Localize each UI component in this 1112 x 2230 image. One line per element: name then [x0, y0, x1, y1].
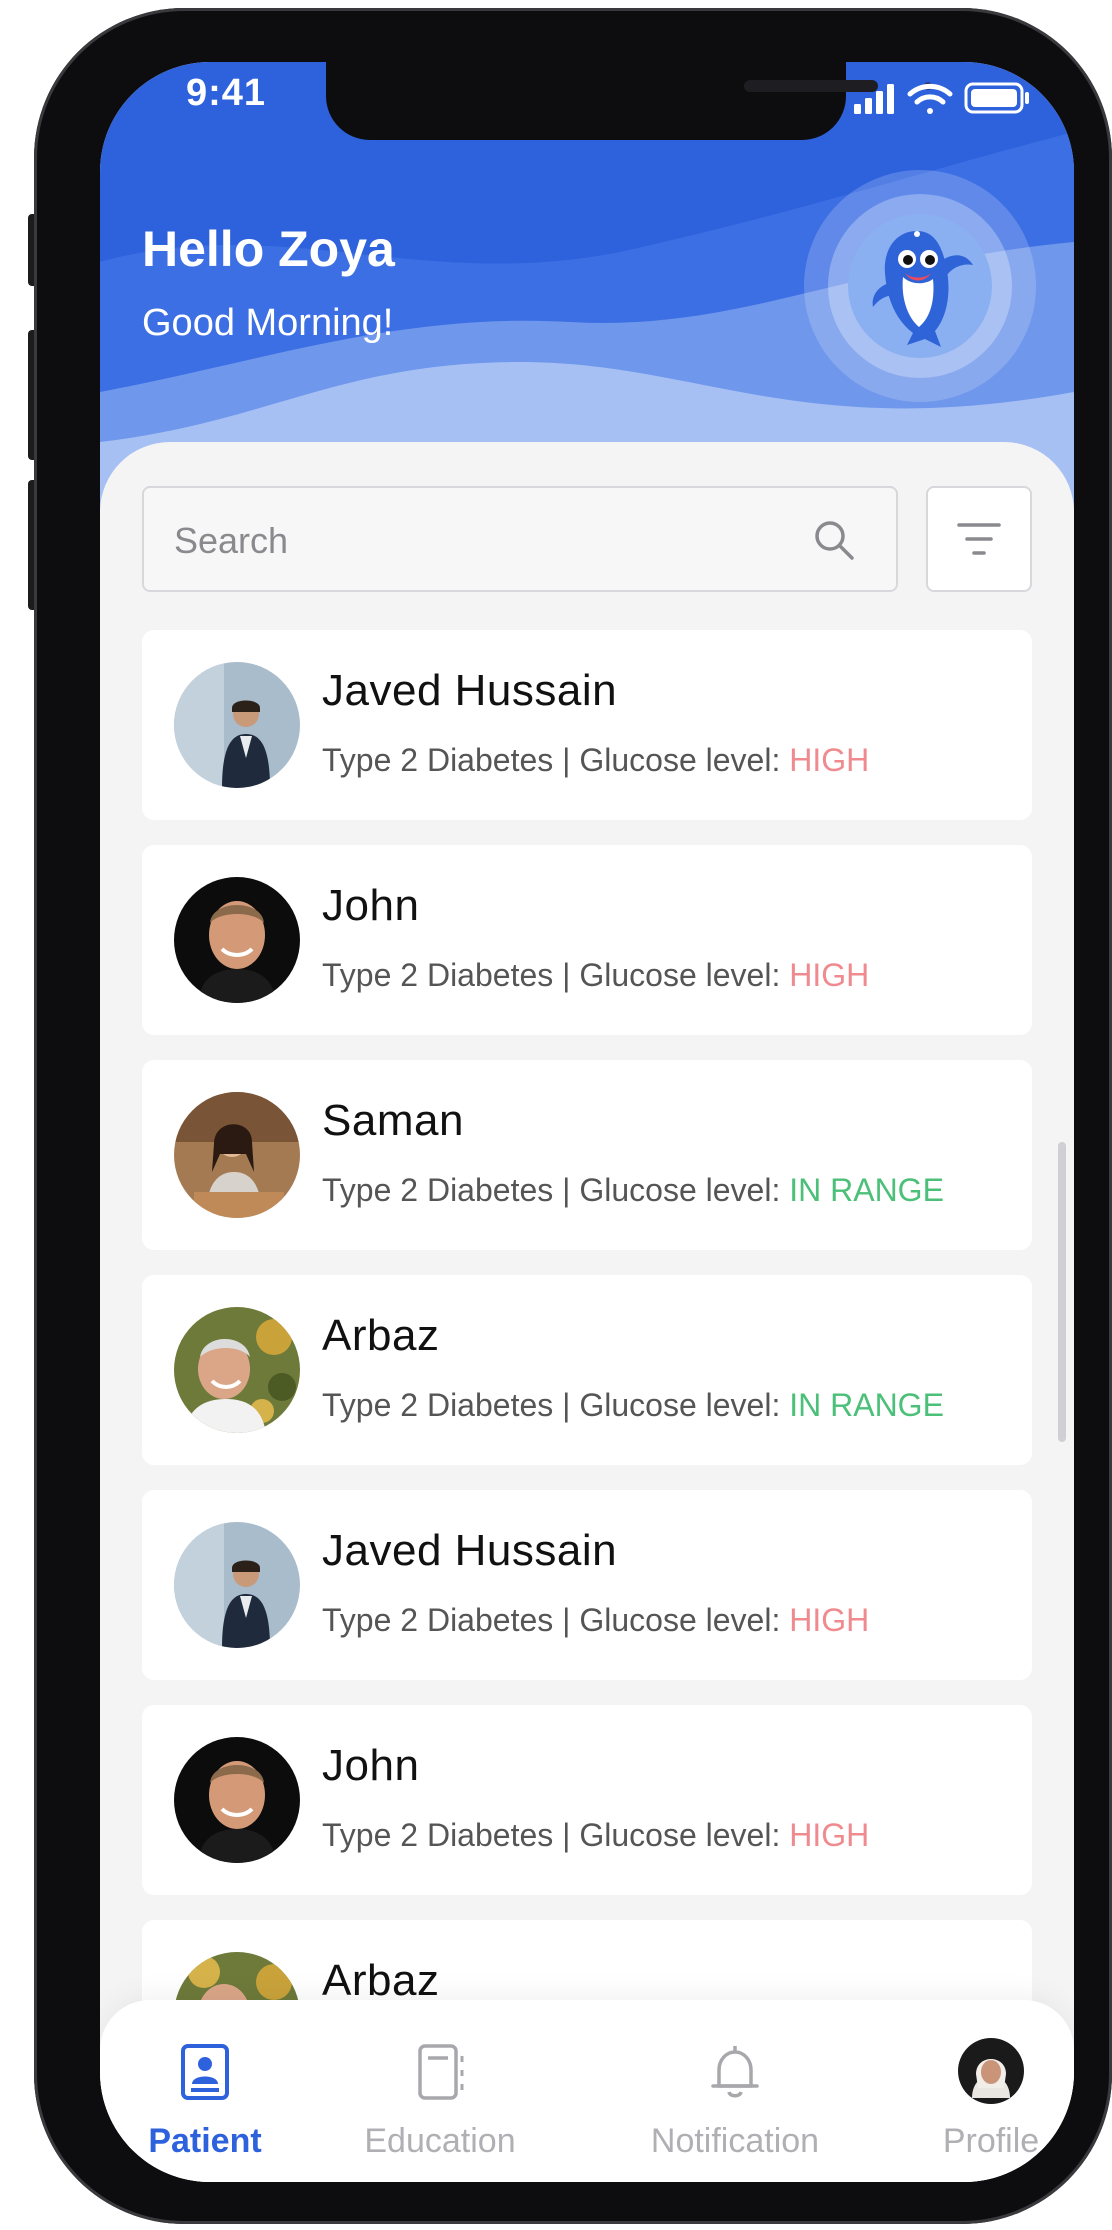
- glucose-level: IN RANGE: [789, 1387, 944, 1423]
- status-icons: [854, 82, 1029, 114]
- patient-avatar: [174, 1737, 300, 1863]
- bottom-tab-bar: Patient Education Notification Profile: [100, 2000, 1074, 2182]
- search-placeholder: Search: [174, 520, 289, 561]
- condition-text: Type 2 Diabetes | Glucose level:: [322, 1817, 790, 1853]
- dolphin-mascot-icon: [872, 231, 973, 347]
- condition-text: Type 2 Diabetes | Glucose level:: [322, 1602, 790, 1638]
- greeting-subtitle: Good Morning!: [142, 302, 394, 344]
- filter-button[interactable]: [926, 486, 1032, 592]
- patient-condition: Type 2 Diabetes | Glucose level: IN RANG…: [322, 1172, 944, 1209]
- tab-label: Profile: [942, 2122, 1040, 2160]
- patient-name: Arbaz: [322, 1311, 440, 1360]
- patient-card[interactable]: John Type 2 Diabetes | Glucose level: HI…: [142, 1705, 1032, 1895]
- patient-name: Arbaz: [322, 1956, 440, 2005]
- patient-condition: Type 2 Diabetes | Glucose level: HIGH: [322, 1602, 869, 1639]
- mascot-badge[interactable]: [804, 170, 1036, 402]
- page: 9:41 Hello Zoya Good Morning! Search Jav…: [0, 0, 1112, 2230]
- mascot-inner: [848, 214, 992, 358]
- glucose-level: HIGH: [789, 1602, 870, 1638]
- tab-profile[interactable]: Profile: [926, 2000, 1056, 2182]
- patient-avatar: [174, 662, 300, 788]
- patient-avatar: [174, 877, 300, 1003]
- patient-avatar: [174, 1092, 300, 1218]
- patient-condition: Type 2 Diabetes | Glucose level: HIGH: [322, 957, 869, 994]
- patient-name: John: [322, 881, 420, 930]
- search-icon: [815, 521, 854, 560]
- tab-education[interactable]: Education: [350, 2000, 530, 2182]
- search-input[interactable]: Search: [142, 486, 898, 592]
- condition-text: Type 2 Diabetes | Glucose level:: [322, 1387, 790, 1423]
- patient-condition: Type 2 Diabetes | Glucose level: HIGH: [322, 742, 869, 779]
- scrollbar[interactable]: [1058, 1142, 1066, 1442]
- glucose-level: HIGH: [789, 957, 870, 993]
- notch: [326, 62, 932, 140]
- cellular-signal-icon: [854, 84, 894, 114]
- battery-icon: [964, 82, 1029, 114]
- patient-name: John: [322, 1741, 420, 1790]
- patient-name: Javed Hussain: [322, 666, 618, 715]
- patient-card[interactable]: Saman Type 2 Diabetes | Glucose level: I…: [142, 1060, 1032, 1250]
- patient-condition: Type 2 Diabetes | Glucose level: HIGH: [322, 1817, 869, 1854]
- patient-avatar: [174, 1522, 300, 1648]
- patient-name: Javed Hussain: [322, 1526, 618, 1575]
- patient-icon: [181, 2044, 229, 2100]
- tab-notification[interactable]: Notification: [630, 2000, 840, 2182]
- bell-icon: [711, 2046, 759, 2098]
- status-time: 9:41: [186, 72, 267, 114]
- patient-card[interactable]: Arbaz Type 2 Diabetes | Glucose level: I…: [142, 1275, 1032, 1465]
- patient-card[interactable]: John Type 2 Diabetes | Glucose level: HI…: [142, 845, 1032, 1035]
- patient-avatar: [174, 1307, 300, 1433]
- patient-card[interactable]: Javed Hussain Type 2 Diabetes | Glucose …: [142, 630, 1032, 820]
- condition-text: Type 2 Diabetes | Glucose level:: [322, 742, 790, 778]
- wifi-icon: [907, 83, 953, 114]
- patient-card[interactable]: Javed Hussain Type 2 Diabetes | Glucose …: [142, 1490, 1032, 1680]
- tab-patient[interactable]: Patient: [120, 2000, 290, 2182]
- phone-screen: 9:41 Hello Zoya Good Morning! Search Jav…: [100, 62, 1074, 2182]
- glucose-level: HIGH: [789, 742, 870, 778]
- glucose-level: IN RANGE: [789, 1172, 944, 1208]
- condition-text: Type 2 Diabetes | Glucose level:: [322, 1172, 790, 1208]
- glucose-level: HIGH: [789, 1817, 870, 1853]
- greeting-title: Hello Zoya: [142, 221, 395, 277]
- condition-text: Type 2 Diabetes | Glucose level:: [322, 957, 790, 993]
- tab-label: Notification: [650, 2122, 820, 2160]
- patient-condition: Type 2 Diabetes | Glucose level: IN RANG…: [322, 1387, 944, 1424]
- tab-label: Education: [364, 2122, 516, 2160]
- tab-label: Patient: [148, 2122, 262, 2160]
- filter-icon: [957, 523, 1001, 555]
- patient-name: Saman: [322, 1096, 464, 1145]
- profile-avatar: [958, 2038, 1024, 2104]
- book-icon: [418, 2044, 464, 2100]
- mascot-ring: [828, 194, 1012, 378]
